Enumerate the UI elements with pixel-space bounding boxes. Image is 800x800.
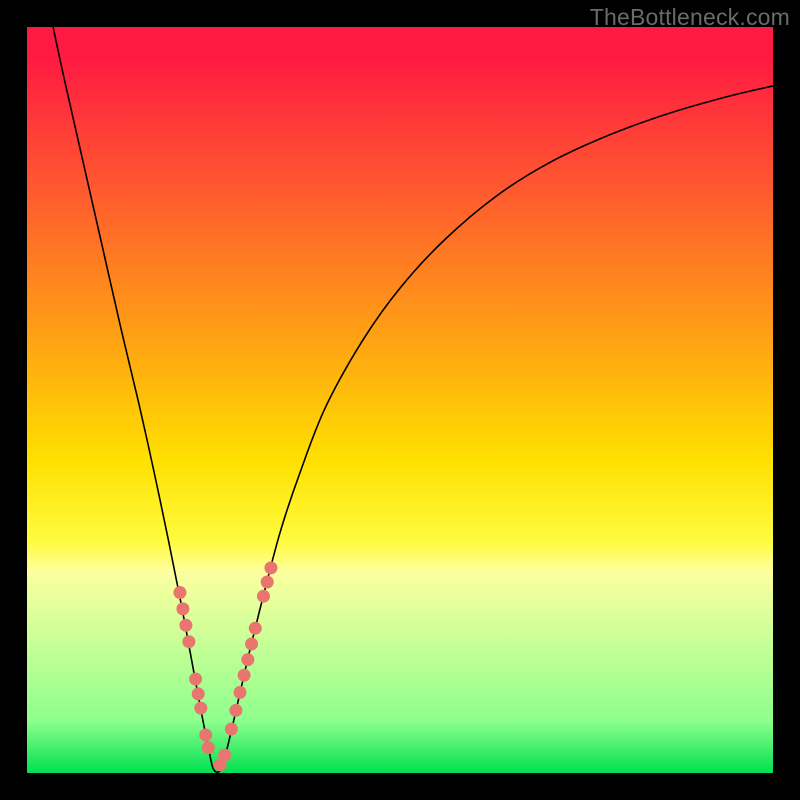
- bead: [176, 602, 189, 615]
- bead: [257, 590, 270, 603]
- bead: [249, 622, 262, 635]
- bead: [245, 637, 258, 650]
- bead: [229, 704, 242, 717]
- bead: [264, 561, 277, 574]
- bead: [233, 686, 246, 699]
- bead: [202, 741, 215, 754]
- bead: [173, 586, 186, 599]
- bead: [261, 576, 274, 589]
- bead: [241, 653, 254, 666]
- bottleneck-curve: [53, 27, 773, 772]
- bead: [189, 673, 202, 686]
- bead: [192, 687, 205, 700]
- bead: [218, 749, 231, 762]
- bead-cluster: [173, 561, 277, 771]
- bead: [199, 728, 212, 741]
- bead: [194, 702, 207, 715]
- bead: [225, 722, 238, 735]
- curve-overlay: [27, 27, 773, 773]
- bead: [179, 619, 192, 632]
- bead: [238, 669, 251, 682]
- bead: [182, 635, 195, 648]
